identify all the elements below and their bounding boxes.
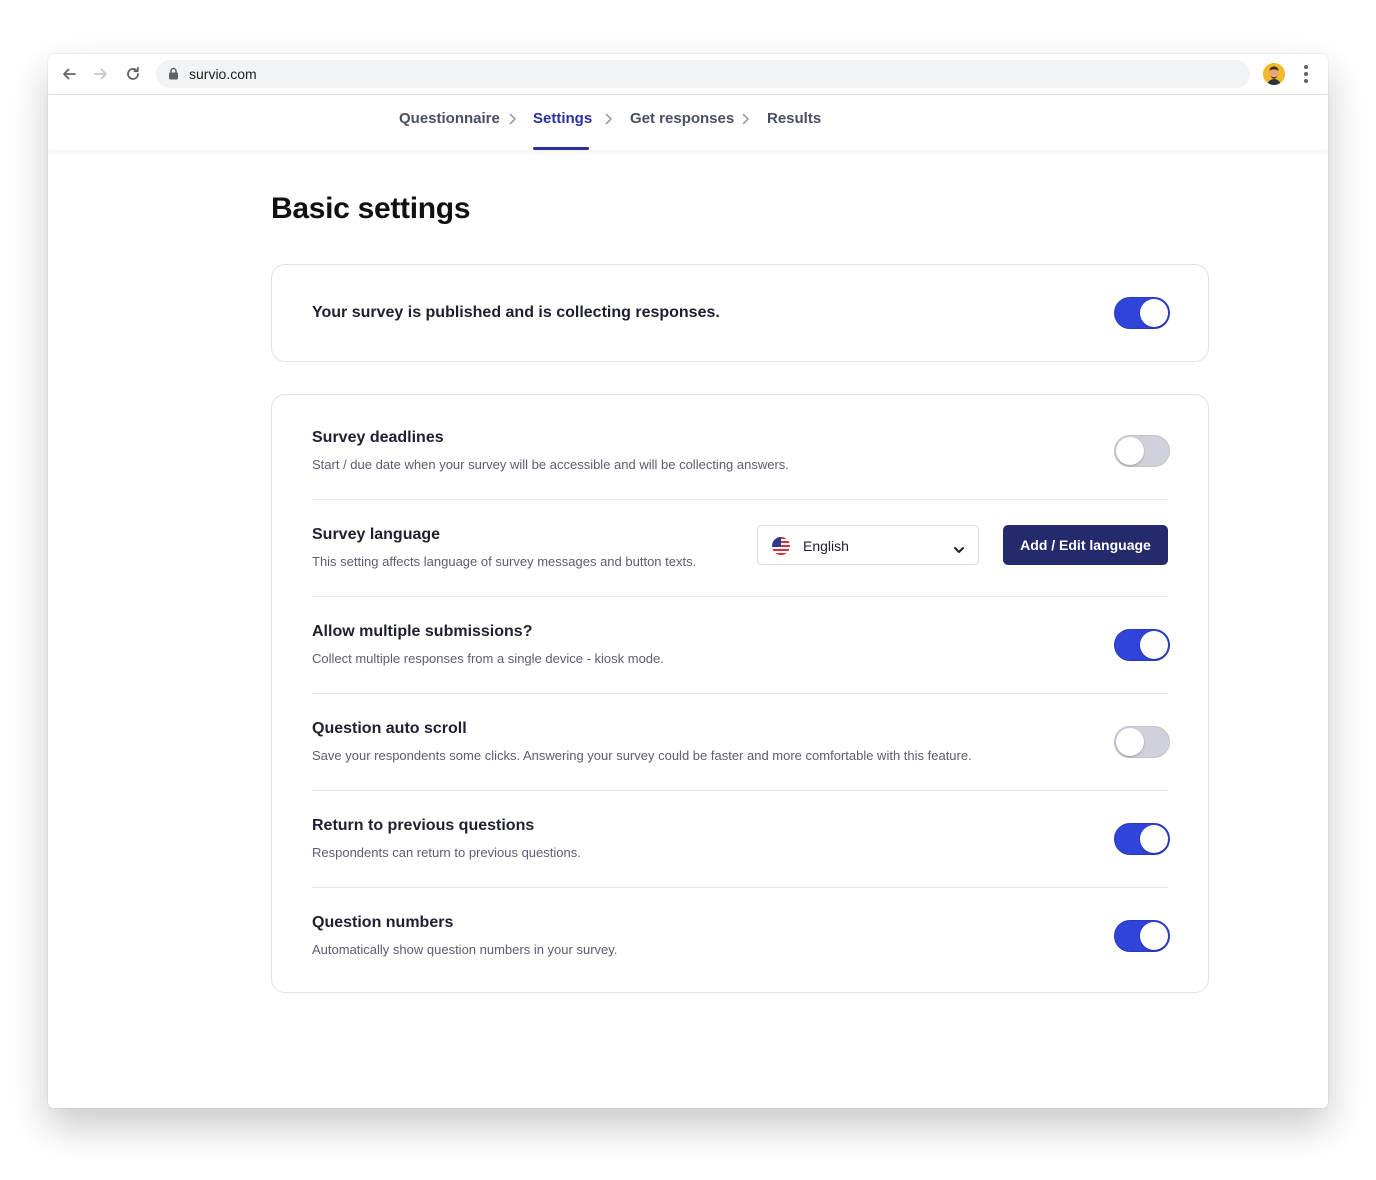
page-title: Basic settings xyxy=(271,192,471,225)
reload-icon[interactable] xyxy=(122,63,144,85)
question-numbers-toggle[interactable] xyxy=(1114,920,1170,952)
setting-description: Start / due date when your survey will b… xyxy=(312,457,789,472)
survey-steps-nav: Questionnaire Settings Get responses Res… xyxy=(48,95,1328,150)
avatar[interactable] xyxy=(1263,63,1285,85)
auto-scroll-toggle[interactable] xyxy=(1114,726,1170,758)
setting-question-auto-scroll: Question auto scroll Save your responden… xyxy=(312,686,1170,783)
browser-window: survio.com Questionnaire Settings Get re… xyxy=(48,54,1328,1108)
tab-results[interactable]: Results xyxy=(767,110,821,127)
forward-arrow-icon[interactable] xyxy=(90,63,112,85)
back-arrow-icon[interactable] xyxy=(58,63,80,85)
setting-description: Respondents can return to previous quest… xyxy=(312,845,581,860)
setting-description: Automatically show question numbers in y… xyxy=(312,942,618,957)
us-flag-icon xyxy=(772,537,790,555)
setting-allow-multiple-submissions: Allow multiple submissions? Collect mult… xyxy=(312,589,1170,686)
settings-card: Survey deadlines Start / due date when y… xyxy=(271,394,1209,993)
setting-return-to-previous-questions: Return to previous questions Respondents… xyxy=(312,783,1170,880)
more-vert-icon[interactable] xyxy=(1298,63,1314,85)
multiple-submissions-toggle[interactable] xyxy=(1114,629,1170,661)
setting-title: Question auto scroll xyxy=(312,720,467,737)
return-to-previous-toggle[interactable] xyxy=(1114,823,1170,855)
language-select[interactable]: English xyxy=(757,525,979,565)
chevron-right-icon xyxy=(509,112,517,130)
setting-question-numbers: Question numbers Automatically show ques… xyxy=(312,880,1170,977)
active-tab-indicator xyxy=(533,147,589,150)
tab-questionnaire[interactable]: Questionnaire xyxy=(399,110,500,127)
setting-title: Survey deadlines xyxy=(312,429,444,446)
setting-title: Allow multiple submissions? xyxy=(312,623,533,640)
address-bar[interactable]: survio.com xyxy=(156,60,1250,88)
chevron-down-icon xyxy=(953,541,965,559)
add-edit-language-button[interactable]: Add / Edit language xyxy=(1003,525,1168,565)
tab-settings[interactable]: Settings xyxy=(533,110,592,127)
setting-title: Question numbers xyxy=(312,914,454,931)
url-text: survio.com xyxy=(189,66,257,82)
language-select-value: English xyxy=(803,538,849,554)
setting-description: This setting affects language of survey … xyxy=(312,554,697,569)
browser-toolbar: survio.com xyxy=(48,54,1328,95)
chevron-right-icon xyxy=(605,112,613,130)
publish-toggle[interactable] xyxy=(1114,297,1170,329)
setting-survey-language: Survey language This setting affects lan… xyxy=(312,492,1168,589)
survey-deadlines-toggle[interactable] xyxy=(1114,435,1170,467)
tab-get-responses[interactable]: Get responses xyxy=(630,110,734,127)
setting-title: Return to previous questions xyxy=(312,817,535,834)
setting-description: Collect multiple responses from a single… xyxy=(312,651,664,666)
setting-description: Save your respondents some clicks. Answe… xyxy=(312,748,972,763)
setting-survey-deadlines: Survey deadlines Start / due date when y… xyxy=(312,395,1170,492)
chevron-right-icon xyxy=(742,112,750,130)
setting-title: Survey language xyxy=(312,526,441,543)
lock-icon xyxy=(168,67,179,85)
publish-status-text: Your survey is published and is collecti… xyxy=(312,304,720,321)
publish-card: Your survey is published and is collecti… xyxy=(271,264,1209,362)
